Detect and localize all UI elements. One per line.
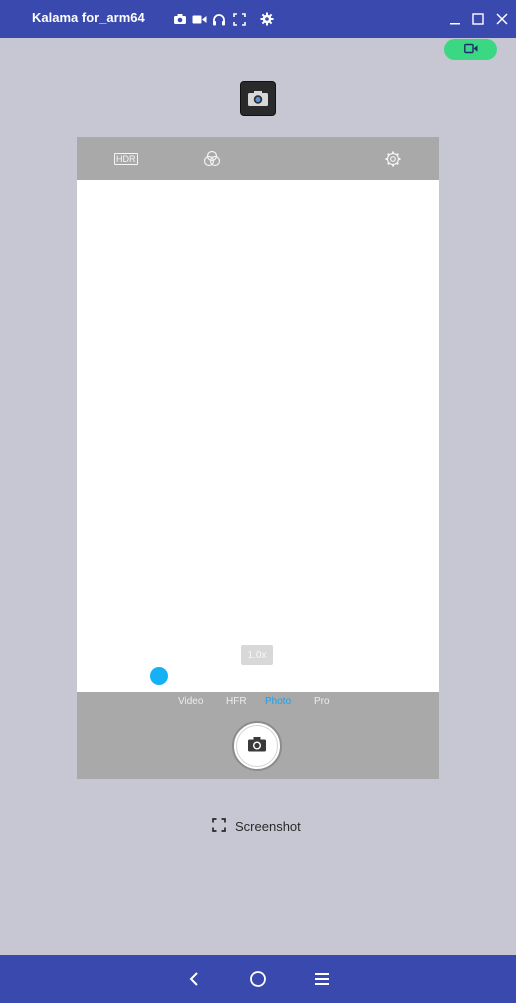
video-icon[interactable] (191, 11, 207, 27)
shutter-button[interactable] (232, 721, 282, 771)
camera-bottom-bar: Video HFR Photo Pro (77, 692, 439, 779)
screenshot-label: Screenshot (235, 818, 301, 834)
mode-hfr[interactable]: HFR (226, 696, 247, 707)
minimize-icon[interactable] (447, 11, 463, 27)
shutter-inner (236, 725, 278, 767)
camera-viewfinder[interactable] (77, 180, 439, 692)
mode-video[interactable]: Video (178, 696, 203, 707)
gear-icon[interactable] (259, 11, 275, 27)
camera-app-icon[interactable] (240, 81, 276, 116)
video-camera-icon (463, 41, 478, 59)
hdr-toggle[interactable]: HDR (114, 153, 138, 165)
mode-selector: Video HFR Photo Pro (77, 696, 439, 712)
shutter-camera-icon (247, 736, 267, 757)
app-title: Kalama for_arm64 (32, 10, 145, 25)
zoom-indicator[interactable]: 1.0x (241, 645, 273, 665)
headphones-icon[interactable] (211, 11, 227, 27)
home-icon[interactable] (248, 969, 268, 989)
close-icon[interactable] (494, 11, 510, 27)
filter-icon[interactable] (203, 150, 221, 168)
fullscreen-icon[interactable] (231, 11, 247, 27)
mode-pro[interactable]: Pro (314, 696, 330, 707)
navigation-bar (0, 955, 516, 1003)
phone-screen: HDR 1.0x Video HFR Photo Pro (77, 137, 439, 779)
record-button[interactable] (444, 39, 497, 60)
focus-indicator[interactable] (150, 667, 168, 685)
settings-icon[interactable] (384, 150, 402, 168)
camera-top-bar: HDR (77, 137, 439, 180)
screenshot-button[interactable]: Screenshot (212, 815, 301, 837)
camera-icon[interactable] (172, 11, 188, 27)
title-bar: Kalama for_arm64 (0, 0, 516, 38)
screenshot-frame-icon (212, 817, 226, 835)
mode-photo[interactable]: Photo (265, 696, 291, 707)
menu-icon[interactable] (312, 969, 332, 989)
maximize-icon[interactable] (470, 11, 486, 27)
back-icon[interactable] (184, 969, 204, 989)
